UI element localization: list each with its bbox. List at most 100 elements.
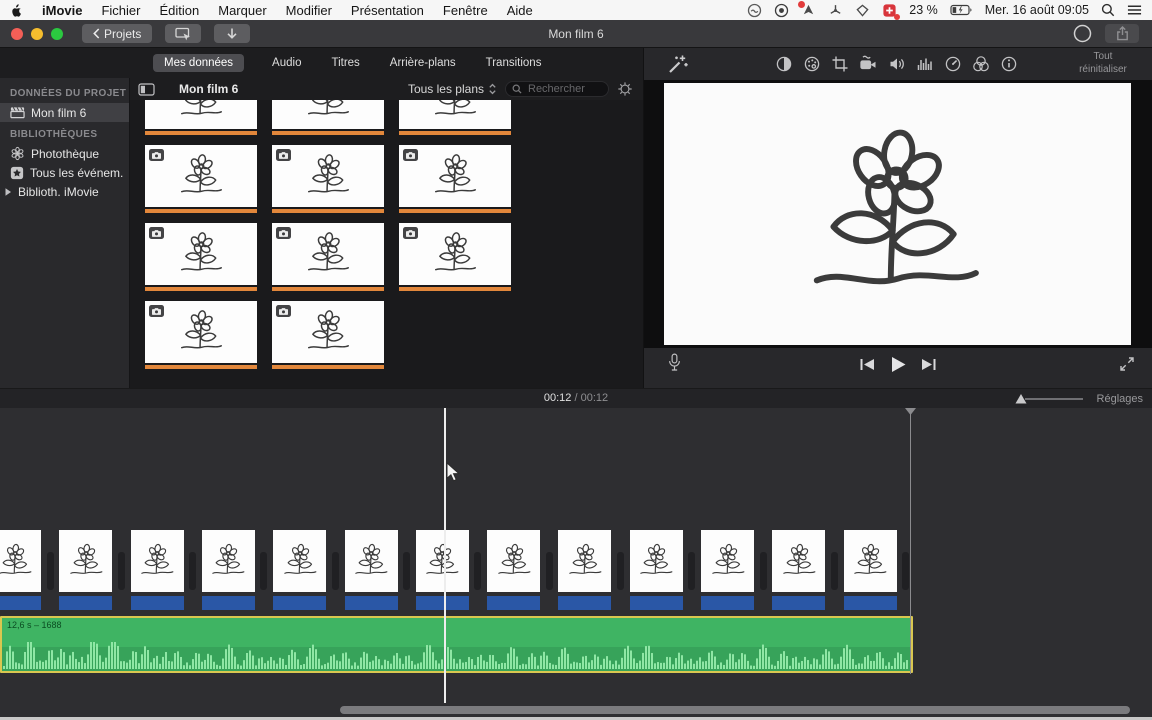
timeline-audio-clip[interactable]: 12,6 s – 1688 xyxy=(0,616,913,673)
projects-back-button[interactable]: Projets xyxy=(82,24,152,43)
info-button[interactable] xyxy=(1000,55,1018,73)
app-status-menu-icon[interactable] xyxy=(801,3,816,18)
sidebar-toggle-button[interactable] xyxy=(138,83,155,96)
timeline-clip-color-bar[interactable] xyxy=(131,596,184,610)
browser-clip[interactable] xyxy=(399,145,511,213)
menu-item-5[interactable]: Présentation xyxy=(351,3,424,18)
timeline-clip-color-bar[interactable] xyxy=(273,596,326,610)
clip-gap-handle[interactable] xyxy=(760,552,767,590)
crop-button[interactable] xyxy=(831,55,849,73)
clip-gap-handle[interactable] xyxy=(47,552,54,590)
menu-item-6[interactable]: Fenêtre xyxy=(443,3,488,18)
color-balance-button[interactable] xyxy=(775,55,793,73)
clip-filter-effects-button[interactable] xyxy=(972,55,990,73)
record-voiceover-button[interactable] xyxy=(667,352,682,373)
clip-gap-handle[interactable] xyxy=(332,552,339,590)
browser-clip[interactable] xyxy=(399,100,511,135)
close-window-button[interactable] xyxy=(11,28,23,40)
browser-clip[interactable] xyxy=(272,145,384,213)
browser-clip[interactable] xyxy=(272,223,384,291)
clip-gap-handle[interactable] xyxy=(474,552,481,590)
speed-button[interactable] xyxy=(944,55,962,73)
browser-clip[interactable] xyxy=(145,223,257,291)
timeline-clip-color-bar[interactable] xyxy=(558,596,611,610)
menu-item-0[interactable]: iMovie xyxy=(42,3,82,18)
timeline-clip[interactable] xyxy=(772,530,825,592)
creative-cloud-menu-icon[interactable] xyxy=(747,3,762,18)
play-button[interactable] xyxy=(889,356,908,373)
clip-size-slider[interactable] xyxy=(1015,394,1083,404)
timeline-clip[interactable] xyxy=(558,530,611,592)
spotlight-icon[interactable] xyxy=(1101,3,1115,17)
fan-menu-icon[interactable] xyxy=(828,3,843,18)
menu-clock[interactable]: Mer. 16 août 09:05 xyxy=(985,3,1089,17)
clip-gap-handle[interactable] xyxy=(189,552,196,590)
tab-0[interactable]: Mes données xyxy=(153,54,244,72)
battery-icon[interactable] xyxy=(950,4,973,16)
timeline-clip-color-bar[interactable] xyxy=(701,596,754,610)
sidebar-item-photo-library[interactable]: Photothèque xyxy=(0,144,129,163)
timeline-clip-color-bar[interactable] xyxy=(345,596,398,610)
import-media-button[interactable] xyxy=(214,24,250,43)
timeline-clip[interactable] xyxy=(701,530,754,592)
clip-gap-handle[interactable] xyxy=(617,552,624,590)
search-input[interactable] xyxy=(526,82,602,96)
reset-all-button[interactable]: Tout réinitialiser xyxy=(1066,51,1140,76)
sidebar-item-all-events[interactable]: Tous les événem. xyxy=(0,163,129,182)
tab-3[interactable]: Arrière-plans xyxy=(388,54,458,72)
timeline-clip-color-bar[interactable] xyxy=(59,596,112,610)
timeline-clip[interactable] xyxy=(487,530,540,592)
clip-filter-dropdown[interactable]: Tous les plans xyxy=(408,82,497,96)
tab-4[interactable]: Transitions xyxy=(484,54,544,72)
tab-1[interactable]: Audio xyxy=(270,54,303,72)
timeline-clip-color-bar[interactable] xyxy=(487,596,540,610)
browser-clip[interactable] xyxy=(272,100,384,135)
previous-frame-button[interactable] xyxy=(859,358,876,371)
screen-record-menu-icon[interactable] xyxy=(774,3,789,18)
timeline-clip[interactable] xyxy=(345,530,398,592)
timeline-clip-color-bar[interactable] xyxy=(630,596,683,610)
browser-clip[interactable] xyxy=(145,301,257,369)
disclosure-triangle-icon[interactable] xyxy=(4,187,12,197)
browser-clip[interactable] xyxy=(145,100,257,135)
timeline-settings-button[interactable]: Réglages xyxy=(1097,393,1143,405)
browser-clip[interactable] xyxy=(272,301,384,369)
next-frame-button[interactable] xyxy=(921,358,938,371)
auto-enhance-wand-button[interactable] xyxy=(667,54,688,75)
timeline-clip-color-bar[interactable] xyxy=(416,596,469,610)
browser-settings-button[interactable] xyxy=(617,81,633,97)
clip-gap-handle[interactable] xyxy=(403,552,410,590)
timeline-clip[interactable] xyxy=(630,530,683,592)
clip-gap-handle[interactable] xyxy=(260,552,267,590)
menu-item-2[interactable]: Édition xyxy=(159,3,199,18)
color-correction-button[interactable] xyxy=(803,55,821,73)
media-browser-button[interactable] xyxy=(165,24,201,43)
menu-item-7[interactable]: Aide xyxy=(507,3,533,18)
search-field[interactable] xyxy=(505,81,609,97)
sidebar-item-project[interactable]: Mon film 6 xyxy=(0,103,129,122)
minimize-window-button[interactable] xyxy=(31,28,43,40)
diamond-menu-icon[interactable] xyxy=(855,3,870,18)
noise-equalizer-button[interactable] xyxy=(916,55,934,73)
timeline-clip-color-bar[interactable] xyxy=(0,596,41,610)
slider-track[interactable] xyxy=(1025,398,1083,400)
browser-clip[interactable] xyxy=(145,145,257,213)
timeline-clip[interactable] xyxy=(202,530,255,592)
timeline-clip-color-bar[interactable] xyxy=(844,596,897,610)
tab-2[interactable]: Titres xyxy=(329,54,361,72)
timeline-clip-color-bar[interactable] xyxy=(202,596,255,610)
control-center-icon[interactable] xyxy=(1127,4,1142,16)
timeline-clip[interactable] xyxy=(131,530,184,592)
clip-gap-handle[interactable] xyxy=(902,552,909,590)
health-app-menu-icon[interactable] xyxy=(882,3,897,18)
sidebar-item-imovie-library[interactable]: Biblioth. iMovie xyxy=(0,182,129,201)
timeline-clip[interactable] xyxy=(59,530,112,592)
apple-menu-icon[interactable] xyxy=(10,3,23,18)
clip-gap-handle[interactable] xyxy=(118,552,125,590)
share-button[interactable] xyxy=(1105,24,1139,43)
menu-item-3[interactable]: Marquer xyxy=(218,3,266,18)
timeline-clip[interactable] xyxy=(844,530,897,592)
timeline-clip-color-bar[interactable] xyxy=(772,596,825,610)
clip-gap-handle[interactable] xyxy=(546,552,553,590)
zoom-window-button[interactable] xyxy=(51,28,63,40)
